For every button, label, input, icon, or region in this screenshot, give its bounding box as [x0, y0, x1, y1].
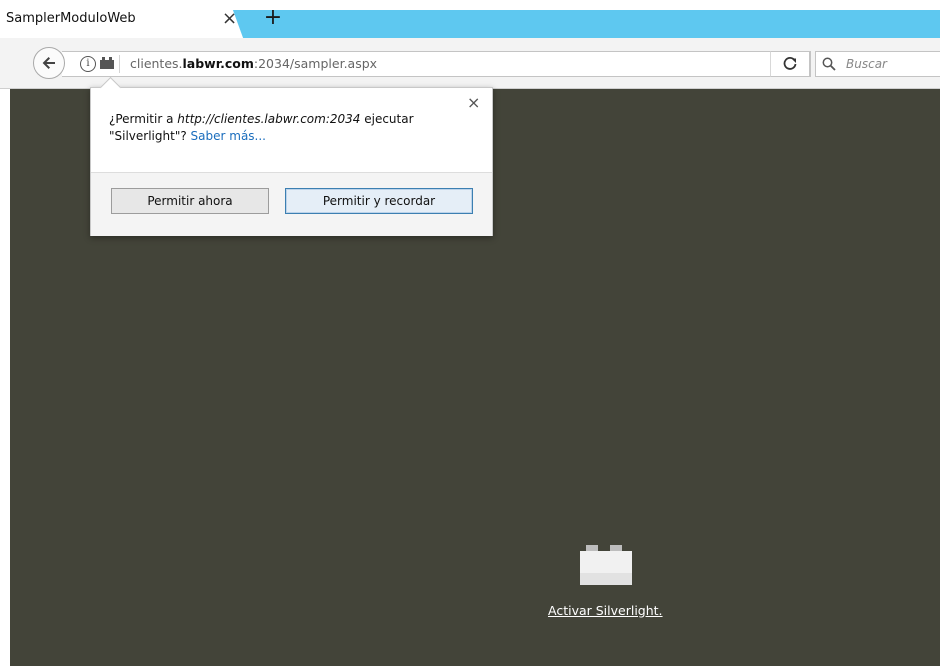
back-arrow-icon — [42, 57, 55, 69]
new-tab-button[interactable]: + — [262, 6, 284, 30]
permission-message: ¿Permitir a http://clientes.labwr.com:20… — [109, 112, 414, 143]
plugin-icon[interactable] — [100, 57, 114, 69]
search-input[interactable] — [844, 54, 938, 74]
reload-icon — [783, 57, 797, 70]
plugin-permission-panel: × ¿Permitir a http://clientes.labwr.com:… — [90, 76, 493, 236]
search-icon — [822, 57, 836, 71]
reload-button[interactable] — [770, 51, 810, 77]
panel-footer: Permitir ahora Permitir y recordar — [91, 172, 492, 236]
close-panel-icon[interactable]: × — [467, 93, 480, 112]
navigation-bar: i clientes.labwr.com:2034/sampler.aspx — [0, 38, 940, 89]
plugin-brick-icon — [580, 545, 632, 585]
tab-bar-background — [250, 10, 940, 38]
permission-host: http://clientes.labwr.com:2034 — [177, 112, 361, 126]
back-button[interactable] — [33, 47, 65, 79]
search-bar[interactable] — [815, 51, 940, 77]
url-text[interactable]: clientes.labwr.com:2034/sampler.aspx — [130, 56, 377, 71]
tab-strip: SamplerModuloWeb × + — [0, 0, 940, 38]
activate-silverlight-link[interactable]: Activar Silverlight. — [548, 603, 663, 618]
url-bar[interactable]: i clientes.labwr.com:2034/sampler.aspx — [62, 51, 811, 77]
info-icon[interactable]: i — [80, 56, 96, 72]
allow-now-button[interactable]: Permitir ahora — [111, 188, 269, 214]
url-separator — [119, 55, 120, 73]
tab-sampler[interactable]: SamplerModuloWeb × — [0, 2, 250, 38]
tab-title: SamplerModuloWeb — [6, 11, 136, 26]
learn-more-link[interactable]: Saber más... — [191, 129, 266, 143]
allow-and-remember-button[interactable]: Permitir y recordar — [285, 188, 473, 214]
